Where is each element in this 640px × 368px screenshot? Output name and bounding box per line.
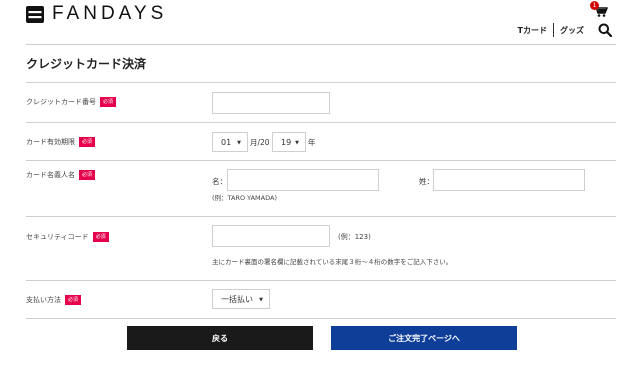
cart-count-badge: 1 [590,1,599,10]
back-button[interactable]: 戻る [127,326,313,350]
expiry-label-text: カード有効期限 [26,138,75,146]
page-title: クレジットカード決済 [26,57,147,71]
security-code-input[interactable] [212,225,330,247]
brand-logo[interactable]: FANDAYS [26,4,167,24]
cart-button[interactable]: 1 [590,1,608,18]
complete-order-button-label: ご注文完了ページへ [388,333,460,343]
nav-divider [553,23,554,37]
first-name-input[interactable] [227,169,379,191]
nav-goods-link[interactable]: グッズ [560,25,584,36]
expiry-label: カード有効期限 必須 [26,137,96,147]
card-number-input[interactable] [212,92,330,114]
payment-method-label-text: 支払い方法 [26,296,61,304]
name-example: (例：TARO YAMADA) [212,194,277,202]
cardholder-label-text: カード名義人名 [26,171,75,179]
required-badge: 必須 [65,295,82,305]
card-number-label-text: クレジットカード番号 [26,98,96,106]
required-badge: 必須 [100,97,117,107]
expiry-year-value: 19 [281,137,292,147]
first-name-label: 名： [212,177,227,186]
expiry-month-select[interactable]: 01 ▼ [212,132,248,152]
row-divider [26,160,616,161]
brand-name: FANDAYS [52,3,168,24]
site-header: FANDAYS 1 Tカード グッズ [0,0,640,44]
chevron-down-icon: ▼ [259,297,263,303]
row-divider [26,216,616,217]
last-name-input[interactable] [433,169,585,191]
required-badge: 必須 [79,170,96,180]
header-divider [26,44,616,45]
chevron-down-icon: ▼ [237,140,241,146]
security-code-label: セキュリティコード 必須 [26,232,109,242]
search-icon[interactable] [598,23,612,37]
complete-order-button[interactable]: ご注文完了ページへ [331,326,517,350]
security-code-label-text: セキュリティコード [26,233,89,241]
payment-method-label: 支払い方法 必須 [26,295,82,305]
row-divider [26,122,616,123]
required-badge: 必須 [79,137,96,147]
nav-tcard-link[interactable]: Tカード [518,25,547,36]
expiry-month-value: 01 [221,137,232,147]
card-number-label: クレジットカード番号 必須 [26,97,117,107]
chevron-down-icon: ▼ [295,140,299,146]
expiry-year-select[interactable]: 19 ▼ [272,132,306,152]
required-badge: 必須 [92,232,109,242]
security-code-note: 主にカード裏面の署名欄に記載されている末尾３桁～４桁の数字をご記入下さい。 [212,258,453,266]
cardholder-label: カード名義人名 必須 [26,170,96,180]
payment-method-select[interactable]: 一括払い ▼ [212,289,270,309]
expiry-year-suffix: 年 [308,138,316,147]
header-nav-area: 1 Tカード グッズ [492,0,612,44]
back-button-label: 戻る [212,333,228,343]
brand-logo-icon [26,5,44,23]
security-code-example: (例：123) [338,233,371,241]
payment-method-value: 一括払い [221,294,253,304]
row-divider [26,318,616,319]
row-divider [26,280,616,281]
expiry-month-suffix: 月/20 [250,138,270,147]
last-name-label: 姓： [419,177,434,186]
title-divider [26,82,616,83]
header-nav: Tカード グッズ [518,22,612,38]
